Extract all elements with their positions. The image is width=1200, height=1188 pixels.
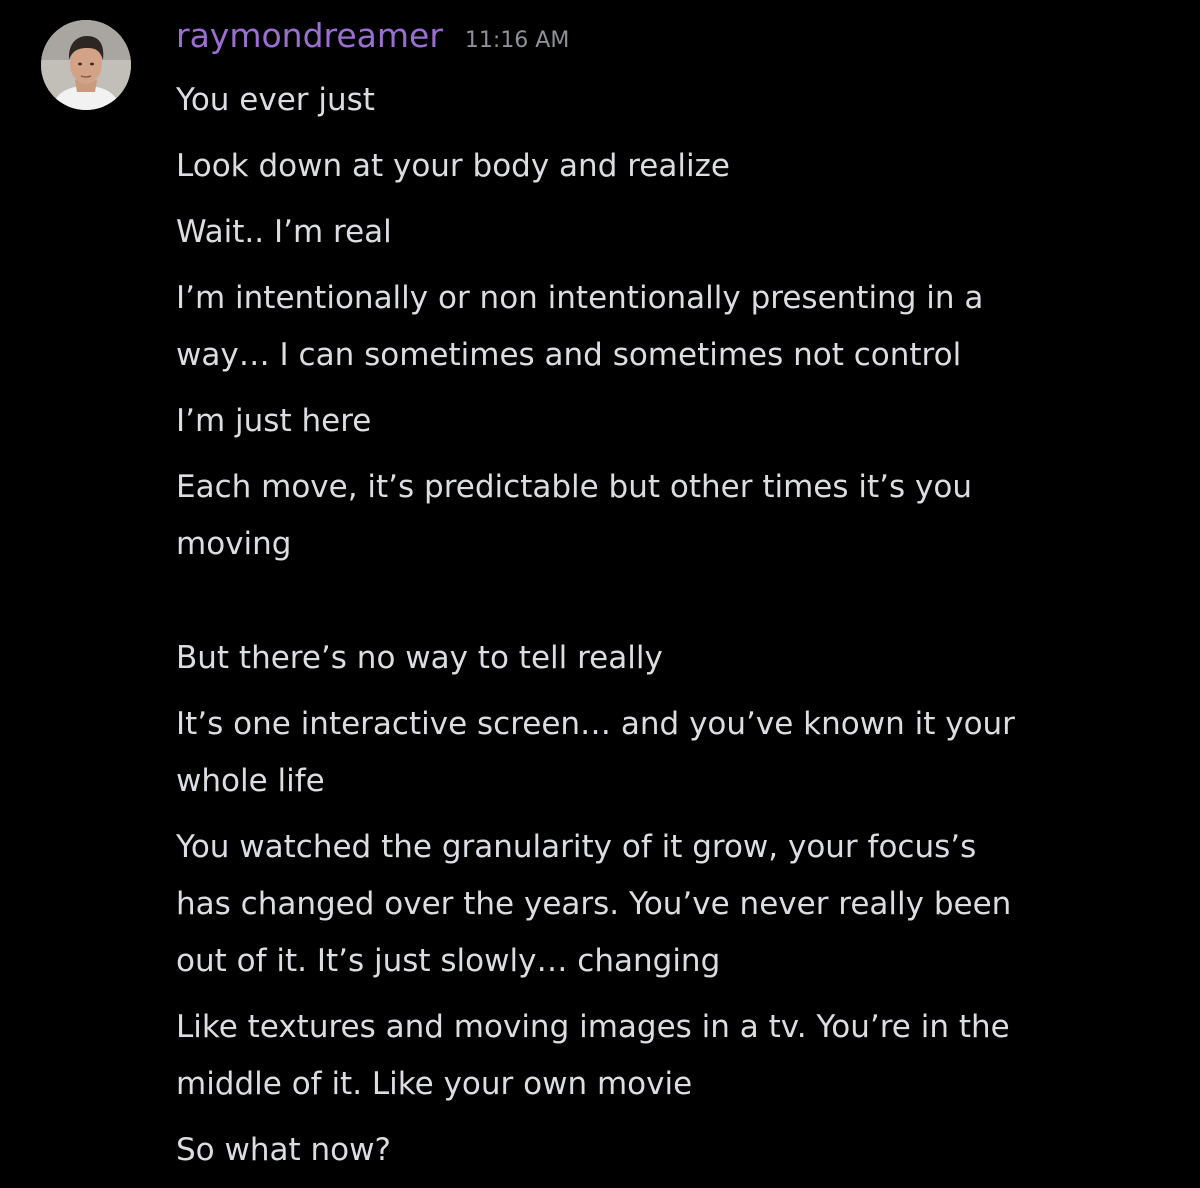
message-line-text: way… I can sometimes and sometimes not c…	[176, 337, 962, 373]
message-line-text: Each move, it’s predictable but other ti…	[176, 469, 972, 505]
message-line-text: You watched the granularity of it grow, …	[176, 829, 977, 865]
message-line: Wait.. I’m real	[176, 204, 1166, 261]
chat-message: raymondreamer 11:16 AM You ever just Look…	[0, 0, 1200, 1186]
message-line-text: You ever just	[176, 82, 375, 118]
message-header: raymondreamer 11:16 AM	[176, 16, 569, 68]
message-line-text: I’m intentionally or non intentionally p…	[176, 280, 984, 316]
message-line-text: Wait.. I’m real	[176, 214, 392, 250]
message-line-text: But there’s no way to tell really	[176, 640, 663, 676]
message-line-text: Like textures and moving images in a tv.…	[176, 1009, 1010, 1045]
avatar[interactable]	[41, 20, 131, 110]
message-line: So what now?	[176, 1122, 1166, 1179]
message-content: You ever just Look down at your body and …	[176, 72, 1166, 1188]
message-line-text: out of it. It’s just slowly… changing	[176, 943, 721, 979]
message-line: But there’s no way to tell really	[176, 630, 1166, 687]
message-line: You ever just	[176, 72, 1166, 129]
message-line: It’s one interactive screen… and you’ve …	[176, 696, 1166, 810]
timestamp[interactable]: 11:16 AM	[465, 28, 569, 53]
message-line-text: So what now?	[176, 1132, 391, 1168]
message-line: Like textures and moving images in a tv.…	[176, 999, 1166, 1113]
message-line: Look down at your body and realize	[176, 138, 1166, 195]
message-line-text: middle of it. Like your own movie	[176, 1066, 693, 1102]
message-line-text: It’s one interactive screen… and you’ve …	[176, 706, 1015, 742]
message-line: I’m just here	[176, 393, 1166, 450]
message-line-text: I’m just here	[176, 403, 372, 439]
message-line: You watched the granularity of it grow, …	[176, 819, 1166, 990]
username[interactable]: raymondreamer	[176, 16, 443, 55]
message-line: Each move, it’s predictable but other ti…	[176, 459, 1166, 573]
message-line-text: moving	[176, 526, 292, 562]
message-line-text: Look down at your body and realize	[176, 148, 730, 184]
message-line: I’m intentionally or non intentionally p…	[176, 270, 1166, 384]
avatar-photo-icon	[41, 20, 131, 110]
message-line-text: whole life	[176, 763, 325, 799]
message-line-text: has changed over the years. You’ve never…	[176, 886, 1012, 922]
